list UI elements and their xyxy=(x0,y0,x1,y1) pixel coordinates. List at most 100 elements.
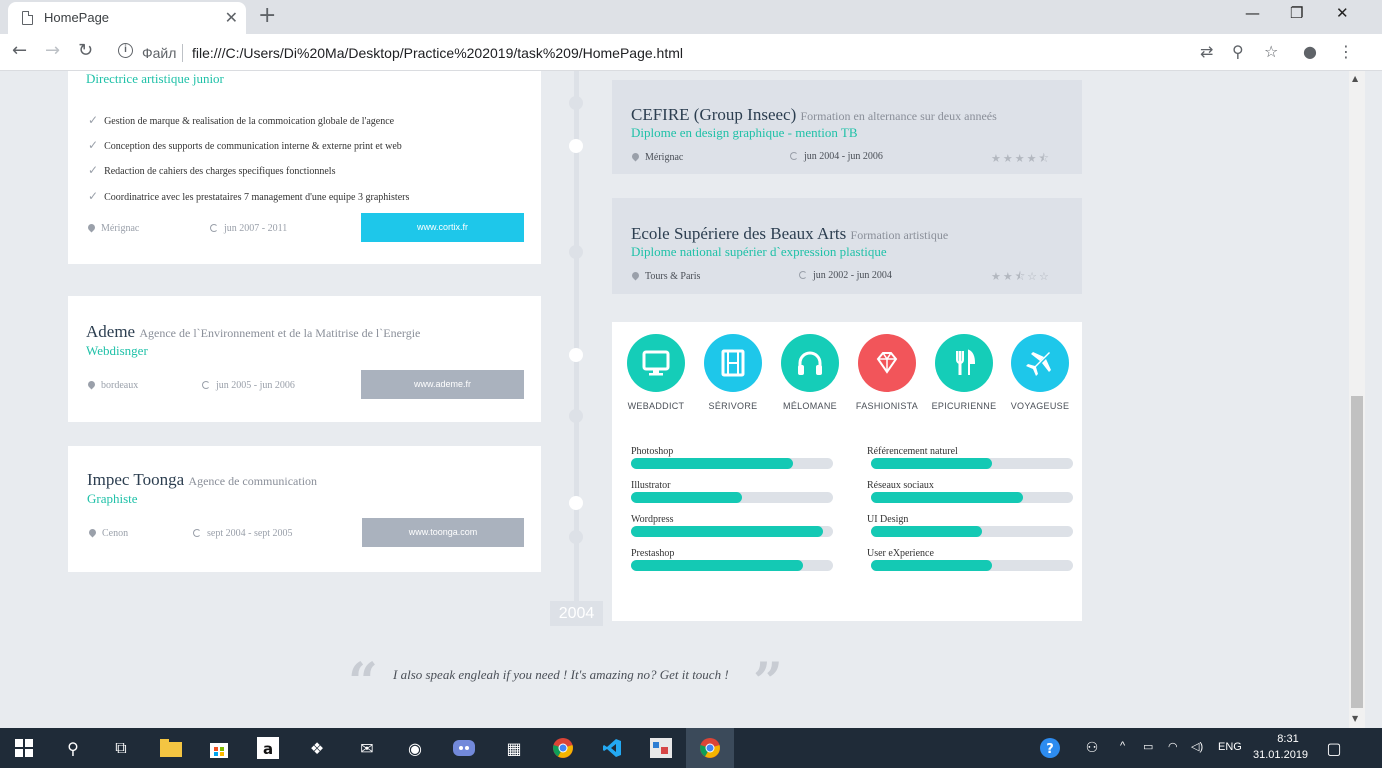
headphones-icon xyxy=(781,334,839,392)
tray-expand-icon[interactable]: ^ xyxy=(1120,740,1125,752)
dropbox-icon[interactable]: ❖ xyxy=(305,736,329,760)
address-bar[interactable]: i Файл file:///C:/Users/Di%20Ma/Desktop/… xyxy=(108,37,1288,68)
skill-fill xyxy=(871,526,983,537)
interest-epicurienne: EPICURIENNE xyxy=(924,334,1004,411)
experience-card xyxy=(68,446,541,572)
tab-title: HomePage xyxy=(44,10,110,25)
mail-icon[interactable]: ✉ xyxy=(355,736,379,760)
timeline-year: 2004 xyxy=(550,601,603,626)
interest-webaddict: WEBADDICT xyxy=(616,334,696,411)
company-site-button[interactable]: www.ademe.fr xyxy=(361,370,524,399)
skill-fill xyxy=(631,526,823,537)
minimize-button[interactable]: — xyxy=(1245,4,1260,22)
info-icon[interactable]: i xyxy=(118,43,133,58)
check-icon: ✓ xyxy=(88,138,99,152)
timeline-dot xyxy=(569,96,583,110)
interest-serivore: SÉRIVORE xyxy=(693,334,773,411)
scheme-label: Файл xyxy=(142,45,177,61)
file-explorer-icon[interactable] xyxy=(159,736,183,760)
location-pin-icon xyxy=(87,527,98,538)
company-site-button[interactable]: www.cortix.fr xyxy=(361,213,524,242)
scroll-down-arrow[interactable]: ▼ xyxy=(1352,714,1358,723)
interest-label: WEBADDICT xyxy=(627,401,685,411)
skill-bar xyxy=(871,526,1073,537)
profile-icon[interactable]: ● xyxy=(1303,42,1317,61)
list-item: ✓ Coordinatrice avec les prestataires 7 m… xyxy=(88,189,410,203)
skill-bar xyxy=(871,560,1073,571)
timeline-dot xyxy=(569,139,583,153)
wifi-icon[interactable]: ◠ xyxy=(1168,740,1178,753)
check-icon: ✓ xyxy=(88,113,99,127)
windows-taskbar: ⚲ ⧉ a ❖ ✉ ◉ ▦ ? ⚇ ^ ▭ ◠ ◁) ENG 8:31 31.0… xyxy=(0,728,1382,768)
amazon-icon[interactable]: a xyxy=(256,736,280,760)
skill-label: User eXperience xyxy=(867,548,934,559)
back-button[interactable]: ← xyxy=(12,40,27,61)
company-title: Ademe Agence de l`Environnement et de la… xyxy=(86,322,421,341)
scroll-up-arrow[interactable]: ▲ xyxy=(1352,74,1358,83)
paint-icon[interactable] xyxy=(649,736,673,760)
volume-icon[interactable]: ◁) xyxy=(1191,740,1203,753)
clock-date[interactable]: 31.01.2019 xyxy=(1253,749,1308,761)
job-location: Mérignac xyxy=(86,222,139,234)
interest-voyageuse: VOYAGEUSE xyxy=(1000,334,1080,411)
help-icon[interactable]: ? xyxy=(1038,736,1062,760)
browser-tab[interactable]: HomePage ✕ xyxy=(8,2,246,34)
close-window-button[interactable]: ✕ xyxy=(1336,4,1349,22)
forward-button[interactable]: → xyxy=(45,40,60,61)
reload-button[interactable]: ↻ xyxy=(78,40,93,61)
clock-icon xyxy=(202,381,210,389)
zoom-icon[interactable]: ⚲ xyxy=(1232,42,1244,61)
interest-label: FASHIONISTA xyxy=(855,401,919,411)
job-dates: jun 2007 - 2011 xyxy=(210,223,287,234)
company-site-button[interactable]: www.toonga.com xyxy=(362,518,524,547)
open-quote-icon: “ xyxy=(348,652,378,713)
url-text[interactable]: file:///C:/Users/Di%20Ma/Desktop/Practic… xyxy=(192,45,683,61)
interest-label: SÉRIVORE xyxy=(708,401,758,411)
film-icon xyxy=(704,334,762,392)
clock-icon xyxy=(193,529,201,537)
chrome-active-icon[interactable] xyxy=(698,736,722,760)
rating-stars: ★★⯪☆☆ xyxy=(991,270,1051,283)
check-icon: ✓ xyxy=(88,163,99,177)
new-tab-button[interactable]: + xyxy=(258,3,276,28)
check-icon: ✓ xyxy=(88,189,99,203)
clock-icon xyxy=(210,224,218,232)
tab-close-icon[interactable]: ✕ xyxy=(225,8,238,27)
bookmark-star-icon[interactable]: ☆ xyxy=(1264,42,1278,61)
task-view-icon[interactable]: ⧉ xyxy=(109,736,133,760)
skill-fill xyxy=(871,492,1023,503)
diamond-icon xyxy=(858,334,916,392)
windows-start-icon[interactable] xyxy=(12,736,36,760)
discord-icon[interactable] xyxy=(452,736,476,760)
skill-bar xyxy=(631,492,833,503)
skill-label: Wordpress xyxy=(631,514,674,525)
search-icon[interactable]: ⚲ xyxy=(61,736,85,760)
company-description: Agence de communication xyxy=(188,474,318,488)
job-role: Graphiste xyxy=(87,491,138,506)
scrollbar-thumb[interactable] xyxy=(1351,396,1363,708)
people-icon[interactable]: ⚇ xyxy=(1080,736,1104,760)
omnibox-separator xyxy=(182,44,183,62)
location-pin-icon xyxy=(630,151,641,162)
job-role: Webdisnger xyxy=(86,343,148,358)
translate-icon[interactable]: ⇄ xyxy=(1200,42,1213,61)
skill-bar xyxy=(631,526,833,537)
interest-label: VOYAGEUSE xyxy=(1010,401,1070,411)
school-dates: jun 2004 - jun 2006 xyxy=(790,151,883,162)
location-pin-icon xyxy=(86,222,97,233)
calculator-icon[interactable]: ▦ xyxy=(502,736,526,760)
restore-button[interactable]: ❐ xyxy=(1290,4,1303,22)
network-app-icon[interactable]: ◉ xyxy=(403,736,427,760)
clock-time[interactable]: 8:31 xyxy=(1267,733,1309,745)
vscode-icon[interactable] xyxy=(600,736,624,760)
school-title: CEFIRE (Group Inseec) Formation en alter… xyxy=(631,105,997,124)
store-icon[interactable] xyxy=(207,736,231,760)
notifications-icon[interactable]: ▢ xyxy=(1322,736,1346,760)
skill-label: Réseaux sociaux xyxy=(867,480,934,491)
close-quote-icon: ” xyxy=(753,652,783,713)
chrome-icon[interactable] xyxy=(551,736,575,760)
battery-icon[interactable]: ▭ xyxy=(1143,740,1153,753)
language-indicator[interactable]: ENG xyxy=(1218,741,1242,753)
menu-icon[interactable]: ⋮ xyxy=(1338,42,1354,61)
location-pin-icon xyxy=(630,270,641,281)
